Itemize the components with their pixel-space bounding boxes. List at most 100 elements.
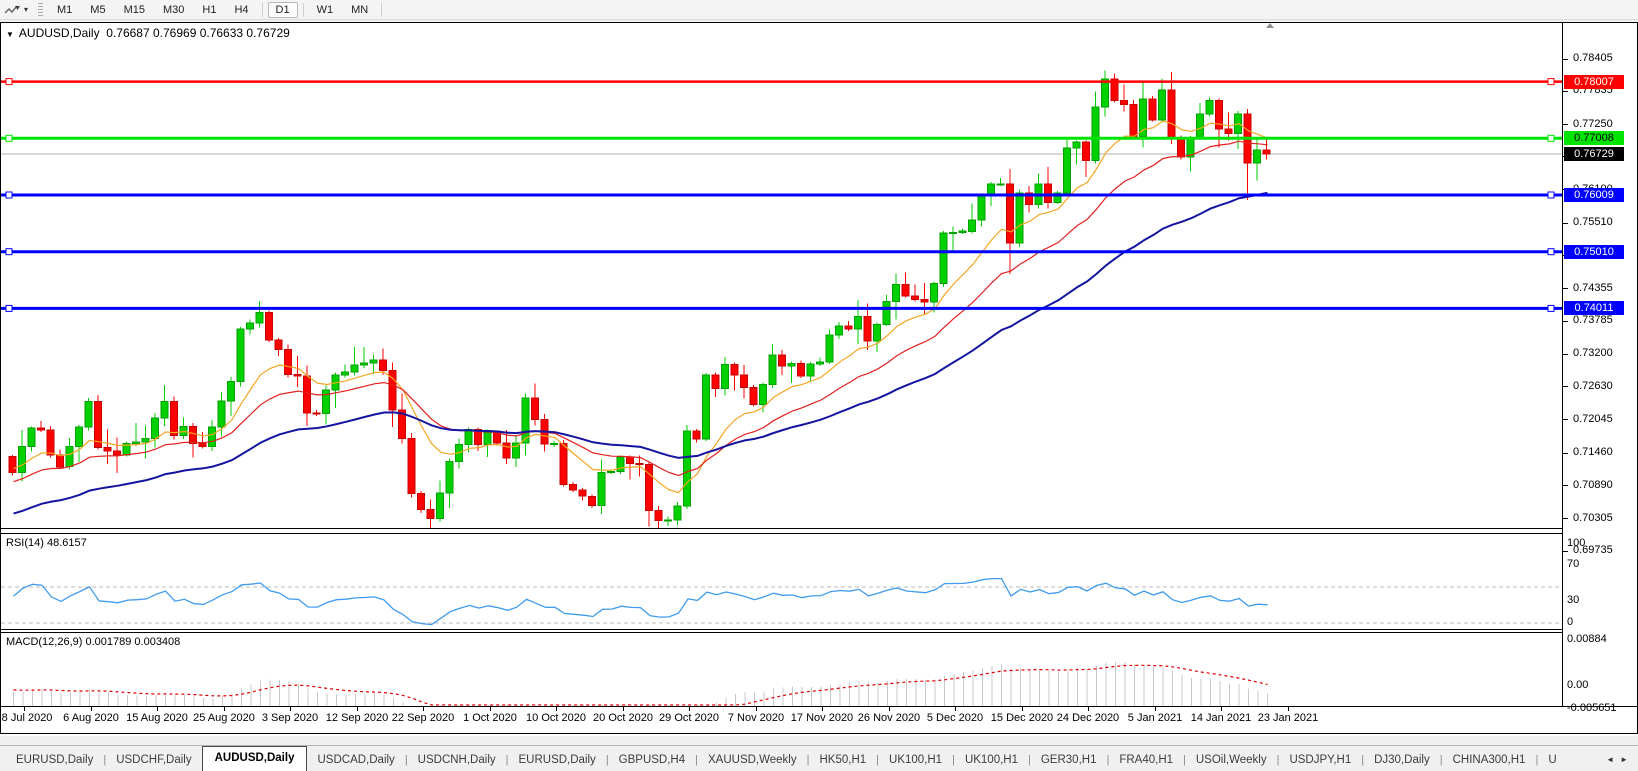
- price-tick-label: 0.74355: [1573, 282, 1613, 294]
- price-tag-level: 0.74011: [1564, 301, 1624, 315]
- price-tag-level: 0.75010: [1564, 245, 1624, 259]
- main-chart-svg[interactable]: [1, 22, 1562, 528]
- tab-usoil-weekly[interactable]: USOil,Weekly: [1186, 749, 1277, 771]
- window-border-bottom: [0, 733, 1638, 734]
- moving-average-line: [14, 141, 1268, 482]
- line-anchor-handle[interactable]: [1548, 249, 1554, 255]
- price-tick-mark: [1563, 288, 1568, 289]
- tab-hk50-h1[interactable]: HK50,H1: [809, 749, 876, 771]
- toolbar-grip[interactable]: [37, 3, 43, 16]
- line-anchor-handle[interactable]: [1548, 135, 1554, 141]
- line-anchor-handle[interactable]: [6, 192, 12, 198]
- date-tick-mark: [1022, 707, 1023, 711]
- tab-uk100-h1[interactable]: UK100,H1: [955, 749, 1028, 771]
- tab-dj30-daily[interactable]: DJ30,Daily: [1364, 749, 1440, 771]
- line-anchor-handle[interactable]: [1548, 305, 1554, 311]
- date-tick-mark: [157, 707, 158, 711]
- price-tick-label: 0.78405: [1573, 52, 1613, 64]
- price-tick-mark: [1563, 453, 1568, 454]
- date-tick-mark: [1288, 707, 1289, 711]
- tab-usdchf-daily[interactable]: USDCHF,Daily: [106, 749, 201, 771]
- moving-average-line: [14, 121, 1268, 493]
- tab-usdjpy-h1[interactable]: USDJPY,H1: [1279, 749, 1361, 771]
- tab-u[interactable]: U: [1538, 749, 1566, 771]
- macd-panel-svg[interactable]: [1, 633, 1562, 706]
- tab-uk100-h1[interactable]: UK100,H1: [879, 749, 952, 771]
- tab-usdcnh-daily[interactable]: USDCNH,Daily: [408, 749, 506, 771]
- macd-panel-top-border: [0, 632, 1562, 633]
- date-tick-mark: [1088, 707, 1089, 711]
- line-anchor-handle[interactable]: [6, 305, 12, 311]
- date-tick-mark: [91, 707, 92, 711]
- price-tag-level: 0.76009: [1564, 188, 1624, 202]
- timeframe-button-d1[interactable]: D1: [268, 2, 298, 18]
- tab-usdcad-daily[interactable]: USDCAD,Daily: [307, 749, 404, 771]
- price-tick-label: 0.75510: [1573, 216, 1613, 228]
- price-tick-mark: [1563, 386, 1568, 387]
- window-border-top: [0, 22, 1638, 23]
- chart-shift-marker[interactable]: [1266, 23, 1274, 28]
- date-label: 23 Jan 2021: [1243, 712, 1333, 724]
- chart-ohlc-values: 0.76687 0.76969 0.76633 0.76729: [106, 26, 290, 40]
- timeframe-button-m5[interactable]: M5: [82, 2, 113, 18]
- tab-ger30-h1[interactable]: GER30,H1: [1031, 749, 1107, 771]
- tab-eurusd-daily[interactable]: EURUSD,Daily: [508, 749, 605, 771]
- date-tick-mark: [490, 707, 491, 711]
- price-tick-mark: [1563, 354, 1568, 355]
- rsi-scale-label: 100: [1567, 537, 1585, 549]
- tabs-scroll-left-icon[interactable]: ◄: [1606, 755, 1620, 764]
- time-axis-top-border: [0, 706, 1638, 707]
- line-anchor-handle[interactable]: [6, 79, 12, 85]
- chart-collapse-icon[interactable]: ▼: [6, 30, 14, 39]
- timeframe-button-m1[interactable]: M1: [49, 2, 80, 18]
- price-tick-mark: [1563, 321, 1568, 322]
- date-tick-mark: [423, 707, 424, 711]
- rsi-label: RSI(14) 48.6157: [6, 537, 87, 549]
- rsi-line: [14, 579, 1268, 625]
- line-anchor-handle[interactable]: [1548, 79, 1554, 85]
- line-anchor-handle[interactable]: [1548, 192, 1554, 198]
- timeframe-button-m15[interactable]: M15: [116, 2, 153, 18]
- price-tick-label: 0.72045: [1573, 413, 1613, 425]
- tab-audusd-daily[interactable]: AUDUSD,Daily: [202, 746, 308, 771]
- tab-xauusd-weekly[interactable]: XAUUSD,Weekly: [698, 749, 807, 771]
- timeframe-button-m30[interactable]: M30: [155, 2, 192, 18]
- line-anchor-handle[interactable]: [6, 249, 12, 255]
- date-tick-mark: [224, 707, 225, 711]
- line-anchor-handle[interactable]: [6, 135, 12, 141]
- toolbar-separator: [303, 3, 304, 17]
- price-tick-label: 0.73785: [1573, 314, 1613, 326]
- timeframe-button-h4[interactable]: H4: [226, 2, 256, 18]
- timeframe-button-mn[interactable]: MN: [343, 2, 376, 18]
- timeframe-button-h1[interactable]: H1: [194, 2, 224, 18]
- main-panel-bottom-border: [0, 528, 1562, 529]
- price-tick-mark: [1563, 223, 1568, 224]
- date-tick-mark: [1155, 707, 1156, 711]
- macd-scale-label: 0.00: [1567, 679, 1588, 691]
- price-tick-label: 0.70305: [1573, 512, 1613, 524]
- toolbar-separator: [381, 3, 382, 17]
- date-tick-mark: [357, 707, 358, 711]
- price-tick-label: 0.71460: [1573, 446, 1613, 458]
- rsi-panel-svg[interactable]: [1, 534, 1562, 629]
- price-tick-mark: [1563, 59, 1568, 60]
- toolbar-separator: [262, 3, 263, 17]
- chevron-down-icon[interactable]: ▾: [24, 5, 28, 14]
- timeframe-button-w1[interactable]: W1: [309, 2, 342, 18]
- rsi-panel-bottom-border: [0, 629, 1562, 630]
- macd-scale-label: 0.00884: [1567, 633, 1607, 645]
- window-border-left: [0, 22, 1, 734]
- tab-china300-h1[interactable]: CHINA300,H1: [1443, 749, 1536, 771]
- tabs-scroll-right-icon[interactable]: ►: [1620, 755, 1634, 764]
- chart-tab-bar: EURUSD,Daily|USDCHF,DailyAUDUSD,DailyUSD…: [0, 745, 1638, 771]
- macd-scale-label: -0.005651: [1567, 702, 1617, 714]
- price-tick-mark: [1563, 419, 1568, 420]
- chart-tool-icon[interactable]: [2, 2, 24, 18]
- macd-label: MACD(12,26,9) 0.001789 0.003408: [6, 636, 180, 648]
- date-tick-mark: [24, 707, 25, 711]
- tab-fra40-h1[interactable]: FRA40,H1: [1109, 749, 1183, 771]
- moving-average-line: [14, 193, 1268, 514]
- tab-gbpusd-h4[interactable]: GBPUSD,H4: [609, 749, 695, 771]
- tab-eurusd-daily[interactable]: EURUSD,Daily: [6, 749, 103, 771]
- date-tick-mark: [623, 707, 624, 711]
